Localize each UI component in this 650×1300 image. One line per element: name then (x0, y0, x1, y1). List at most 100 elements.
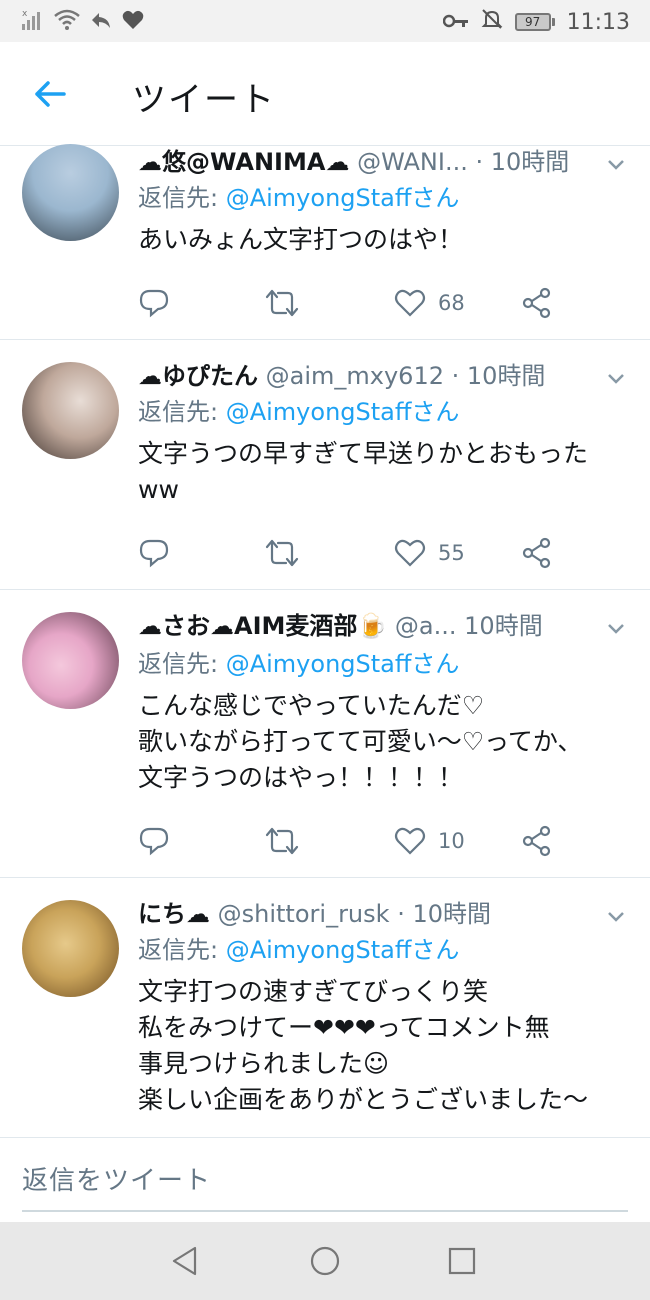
system-nav-bar (0, 1222, 650, 1300)
retweet-button[interactable] (264, 283, 300, 323)
reply-button[interactable] (138, 533, 170, 573)
caret-down-icon[interactable] (604, 366, 628, 390)
like-icon (394, 289, 426, 317)
retweet-icon (265, 539, 299, 567)
like-count: 55 (438, 541, 465, 565)
tweet-header: ☁悠@WANIMA☁ @WANI... · 10時間 (138, 146, 590, 178)
display-name[interactable]: ☁さお☁AIM麦酒部🍺 (138, 612, 387, 640)
avatar[interactable] (22, 900, 119, 997)
reply-prefix: 返信先: (138, 936, 226, 964)
tweet-header: ☁さお☁AIM麦酒部🍺 @a... 10時間 (138, 610, 590, 642)
app-header: ツイート (0, 42, 650, 146)
display-name[interactable]: にち☁ (138, 900, 210, 928)
signal-icon: x (22, 8, 44, 36)
tweet-card[interactable]: ☁さお☁AIM麦酒部🍺 @a... 10時間 返信先: @AimyongStaf… (0, 590, 650, 878)
reply-button[interactable] (138, 283, 170, 323)
like-icon (394, 827, 426, 855)
nav-home-icon (310, 1246, 340, 1276)
avatar[interactable] (22, 362, 119, 459)
like-icon (394, 539, 426, 567)
reply-icon (139, 539, 169, 568)
share-icon (522, 825, 551, 857)
tweet-card[interactable]: ☁ゆぴたん @aim_mxy612 · 10時間 返信先: @AimyongSt… (0, 340, 650, 590)
tweet-card[interactable]: にち☁ @shittori_rusk · 10時間 返信先: @AimyongS… (0, 878, 650, 1138)
reply-button[interactable] (138, 821, 170, 861)
retweet-icon (265, 289, 299, 317)
caret-down-icon[interactable] (604, 616, 628, 640)
wifi-icon (54, 9, 80, 35)
nav-recents-icon (448, 1247, 476, 1275)
reply-input[interactable]: 返信をツイート (22, 1160, 211, 1197)
user-handle[interactable]: @a... (395, 612, 457, 640)
share-icon (522, 537, 551, 569)
avatar[interactable] (22, 612, 119, 709)
status-icons-right: 97 11:13 (442, 8, 630, 36)
tweet-header: ☁ゆぴたん @aim_mxy612 · 10時間 (138, 360, 590, 392)
nav-home-button[interactable] (308, 1244, 342, 1278)
battery-icon: 97 (514, 13, 555, 31)
nav-back-icon (172, 1246, 197, 1276)
tweet-actions: 10 (138, 821, 568, 861)
mute-bell-icon (481, 8, 503, 36)
share-button[interactable] (522, 821, 552, 861)
reply-composer[interactable]: 返信をツイート (0, 1138, 650, 1222)
like-count: 10 (438, 829, 465, 853)
tweet-card[interactable]: ☁悠@WANIMA☁ @WANI... · 10時間 返信先: @Aimyong… (0, 144, 650, 340)
reply-icon (139, 289, 169, 318)
user-handle[interactable]: @aim_mxy612 (266, 362, 444, 390)
tweet-time: · 10時間 (397, 900, 491, 928)
caret-down-icon[interactable] (604, 904, 628, 928)
reply-icon (139, 827, 169, 856)
user-handle[interactable]: @shittori_rusk (218, 900, 390, 928)
tweet-text: 文字うつの早すぎて早送りかとおもった ww (138, 439, 589, 504)
reply-mention[interactable]: @AimyongStaffさん (226, 398, 460, 426)
reply-context: 返信先: @AimyongStaffさん (138, 648, 459, 680)
nav-recents-button[interactable] (445, 1244, 479, 1278)
reply-mention[interactable]: @AimyongStaffさん (226, 650, 460, 678)
tweet-text: こんな感じでやっていたんだ♡ 歌いながら打ってて可愛い〜♡ってか、 文字うつのは… (138, 691, 583, 792)
nav-back-button[interactable] (168, 1244, 202, 1278)
tweet-time: · 10時間 (451, 362, 546, 390)
tweet-text: あいみょん文字打つのはや！ (138, 225, 464, 254)
battery-level: 97 (514, 13, 551, 31)
svg-text:x: x (22, 9, 28, 19)
like-button[interactable]: 55 (394, 533, 465, 573)
reply-context: 返信先: @AimyongStaffさん (138, 396, 459, 428)
status-bar: x 97 11:13 (0, 0, 650, 42)
reply-prefix: 返信先: (138, 184, 226, 212)
tweet-header: にち☁ @shittori_rusk · 10時間 (138, 898, 590, 930)
tweet-actions: 68 (138, 283, 568, 323)
clock: 11:13 (566, 9, 630, 35)
tweet-time: · 10時間 (475, 148, 570, 176)
reply-context: 返信先: @AimyongStaffさん (138, 182, 459, 214)
retweet-icon (265, 827, 299, 855)
retweet-button[interactable] (264, 533, 300, 573)
reply-prefix: 返信先: (138, 650, 226, 678)
reply-prefix: 返信先: (138, 398, 226, 426)
display-name[interactable]: ☁ゆぴたん (138, 362, 258, 390)
user-handle[interactable]: @WANI... (357, 148, 468, 176)
retweet-button[interactable] (264, 821, 300, 861)
tweet-time: 10時間 (464, 612, 543, 640)
display-name[interactable]: ☁悠@WANIMA☁ (138, 148, 349, 176)
heart-status-icon (122, 10, 144, 34)
share-button[interactable] (522, 533, 552, 573)
reply-context: 返信先: @AimyongStaffさん (138, 934, 459, 966)
share-button[interactable] (522, 283, 552, 323)
status-icons-left: x (22, 8, 144, 36)
reply-status-icon (90, 10, 112, 34)
reply-mention[interactable]: @AimyongStaffさん (226, 936, 460, 964)
caret-down-icon[interactable] (604, 152, 628, 176)
tweet-actions: 55 (138, 533, 568, 573)
back-arrow-icon (35, 81, 66, 107)
page-title: ツイート (132, 80, 276, 120)
avatar[interactable] (22, 144, 119, 241)
like-button[interactable]: 68 (394, 283, 465, 323)
back-button[interactable] (30, 74, 70, 114)
composer-underline (22, 1210, 628, 1212)
like-button[interactable]: 10 (394, 821, 465, 861)
reply-mention[interactable]: @AimyongStaffさん (226, 184, 460, 212)
tweet-text: 文字打つの速すぎてびっくり笑 私をみつけてー❤❤❤ってコメント無 事見つけられま… (138, 977, 589, 1114)
key-icon (442, 10, 469, 35)
like-count: 68 (438, 291, 465, 315)
